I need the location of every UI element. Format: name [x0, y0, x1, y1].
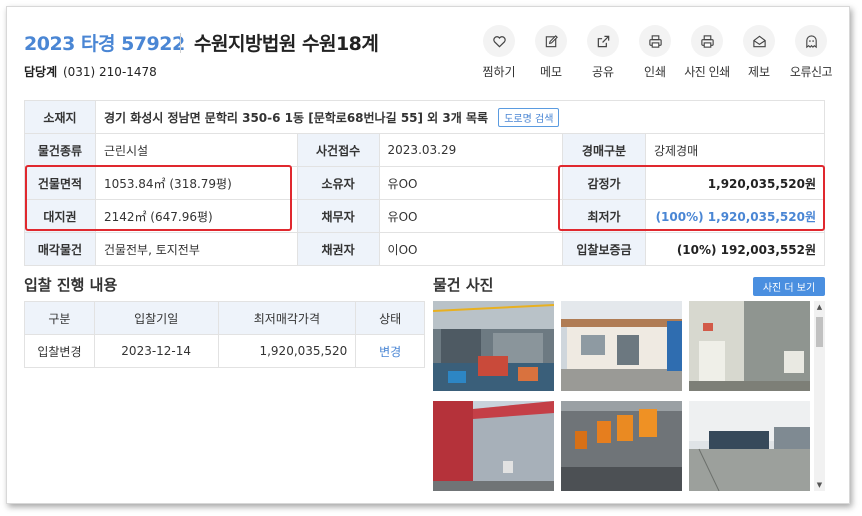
property-type-value: 근린시설	[94, 133, 298, 167]
property-info-table: 소재지 경기 화성시 정남면 문학리 350-6 1동 [문학로68번나길 55…	[24, 100, 826, 266]
report-label: 제보	[747, 65, 771, 79]
photo-scrollbar[interactable]: ▲ ▼	[814, 301, 825, 491]
photo-grid	[433, 301, 813, 491]
info-row: 물건종류 근린시설 사건접수 2023.03.29 경매구분 강제경매	[24, 133, 826, 167]
land-right-label: 대지권	[24, 199, 96, 233]
pencil-icon	[545, 34, 558, 47]
debtor-label: 채무자	[296, 199, 380, 233]
location-label: 소재지	[24, 100, 96, 134]
memo-label: 메모	[539, 65, 563, 79]
minimum-price-cell: (100%) 1,920,035,520원	[644, 199, 826, 233]
location-value: 경기 화성시 정남면 문학리 350-6 1동 [문학로68번나길 55] 외 …	[103, 110, 489, 125]
print-button[interactable]: 인쇄	[629, 25, 681, 80]
deposit-label: 입찰보증금	[562, 232, 646, 266]
auction-type-label: 경매구분	[562, 133, 646, 167]
owner-value: 유OO	[378, 166, 564, 200]
warehouse-interior-photo	[433, 301, 554, 391]
share-label: 공유	[591, 65, 615, 79]
auction-type-value: 강제경매	[644, 133, 826, 167]
appraisal-value: 1,920,035,520원	[644, 166, 826, 200]
header-divider	[180, 33, 181, 53]
appraisal-label: 감정가	[562, 166, 646, 200]
bid-type-cell: 입찰변경	[24, 334, 95, 368]
bid-section-title: 입찰 진행 내용	[24, 276, 118, 294]
department-line: 담당계 (031) 210-1478	[24, 63, 157, 80]
share-button[interactable]: 공유	[577, 25, 629, 80]
error-report-label: 오류신고	[789, 65, 833, 79]
sale-items-label: 매각물건	[24, 232, 96, 266]
scroll-up-icon[interactable]: ▲	[814, 301, 825, 313]
printer-icon	[648, 34, 662, 48]
building-area-label: 건물면적	[24, 166, 96, 200]
location-cell: 경기 화성시 정남면 문학리 350-6 1동 [문학로68번나길 55] 외 …	[94, 100, 826, 134]
department-phone: (031) 210-1478	[62, 65, 157, 79]
more-photos-button[interactable]: 사진 더 보기	[753, 277, 825, 296]
bid-header-status: 상태	[355, 301, 425, 335]
photo-thumb-4[interactable]	[433, 401, 554, 491]
info-row: 건물면적 1053.84㎡ (318.79평) 소유자 유OO 감정가 1,92…	[24, 166, 826, 200]
envelope-icon	[752, 35, 766, 47]
print-label: 인쇄	[643, 65, 667, 79]
favorite-button[interactable]: 찜하기	[473, 25, 525, 80]
land-right-value: 2142㎡ (647.96평)	[94, 199, 298, 233]
scroll-down-icon[interactable]: ▼	[814, 479, 825, 491]
department-label: 담당계	[24, 65, 58, 79]
sale-items-value: 건물전부, 토지전부	[94, 232, 298, 266]
case-number: 2023 타경 57922	[24, 33, 185, 55]
share-icon	[597, 35, 609, 47]
bid-date-cell: 2023-12-14	[93, 334, 219, 368]
deposit-value: (10%) 192,003,552원	[644, 232, 826, 266]
heart-icon	[492, 35, 506, 48]
bid-history-table: 구분 입찰기일 최저매각가격 상태 입찰변경 2023-12-14 1,920,…	[24, 301, 425, 368]
error-report-button[interactable]: 오류신고	[785, 25, 837, 80]
scroll-thumb[interactable]	[816, 317, 823, 347]
memo-button[interactable]: 메모	[525, 25, 577, 80]
photo-section-title: 물건 사진	[433, 276, 494, 294]
photo-thumb-2[interactable]	[561, 301, 682, 391]
owner-label: 소유자	[296, 166, 380, 200]
favorite-label: 찜하기	[482, 65, 516, 79]
creditor-value: 이OO	[378, 232, 564, 266]
building-area-value: 1053.84㎡ (318.79평)	[94, 166, 298, 200]
road-name-search-button[interactable]: 도로명 검색	[498, 107, 560, 127]
electric-panels-photo	[561, 401, 682, 491]
photo-print-label: 사진 인쇄	[684, 65, 730, 79]
case-received-value: 2023.03.29	[378, 133, 564, 167]
ghost-icon	[805, 34, 817, 48]
bid-status-cell: 변경	[355, 334, 425, 368]
yard-photo	[689, 401, 810, 491]
debtor-value: 유OO	[378, 199, 564, 233]
photo-thumb-5[interactable]	[561, 401, 682, 491]
action-toolbar: 찜하기 메모 공유 인쇄 사진 인쇄 제보 오류신고	[473, 25, 837, 80]
photo-thumb-3[interactable]	[689, 301, 810, 391]
photo-thumb-6[interactable]	[689, 401, 810, 491]
bid-header-min-price: 최저매각가격	[217, 301, 357, 335]
building-exterior-photo	[561, 301, 682, 391]
court-name: 수원지방법원 수원18계	[194, 33, 379, 55]
photo-thumb-1[interactable]	[433, 301, 554, 391]
info-row: 대지권 2142㎡ (647.96평) 채무자 유OO 최저가 (100%) 1…	[24, 199, 826, 233]
bid-header-date: 입찰기일	[93, 301, 219, 335]
photo-print-button[interactable]: 사진 인쇄	[681, 25, 733, 80]
property-type-label: 물건종류	[24, 133, 96, 167]
warehouse-wall-photo	[433, 401, 554, 491]
info-row: 매각물건 건물전부, 토지전부 채권자 이OO 입찰보증금 (10%) 192,…	[24, 232, 826, 266]
case-received-label: 사건접수	[296, 133, 380, 167]
creditor-label: 채권자	[296, 232, 380, 266]
bid-header-row: 구분 입찰기일 최저매각가격 상태	[24, 301, 425, 335]
minimum-price-label: 최저가	[562, 199, 646, 233]
building-side-photo	[689, 301, 810, 391]
bid-header-type: 구분	[24, 301, 95, 335]
auction-detail-panel: 2023 타경 57922 수원지방법원 수원18계 담당계 (031) 210…	[6, 6, 850, 504]
printer-icon	[700, 34, 714, 48]
info-row: 소재지 경기 화성시 정남면 문학리 350-6 1동 [문학로68번나길 55…	[24, 100, 826, 134]
minimum-price-value: (100%) 1,920,035,520원	[655, 209, 816, 224]
bid-price-cell: 1,920,035,520	[217, 334, 357, 368]
table-row: 입찰변경 2023-12-14 1,920,035,520 변경	[24, 334, 425, 368]
report-button[interactable]: 제보	[733, 25, 785, 80]
